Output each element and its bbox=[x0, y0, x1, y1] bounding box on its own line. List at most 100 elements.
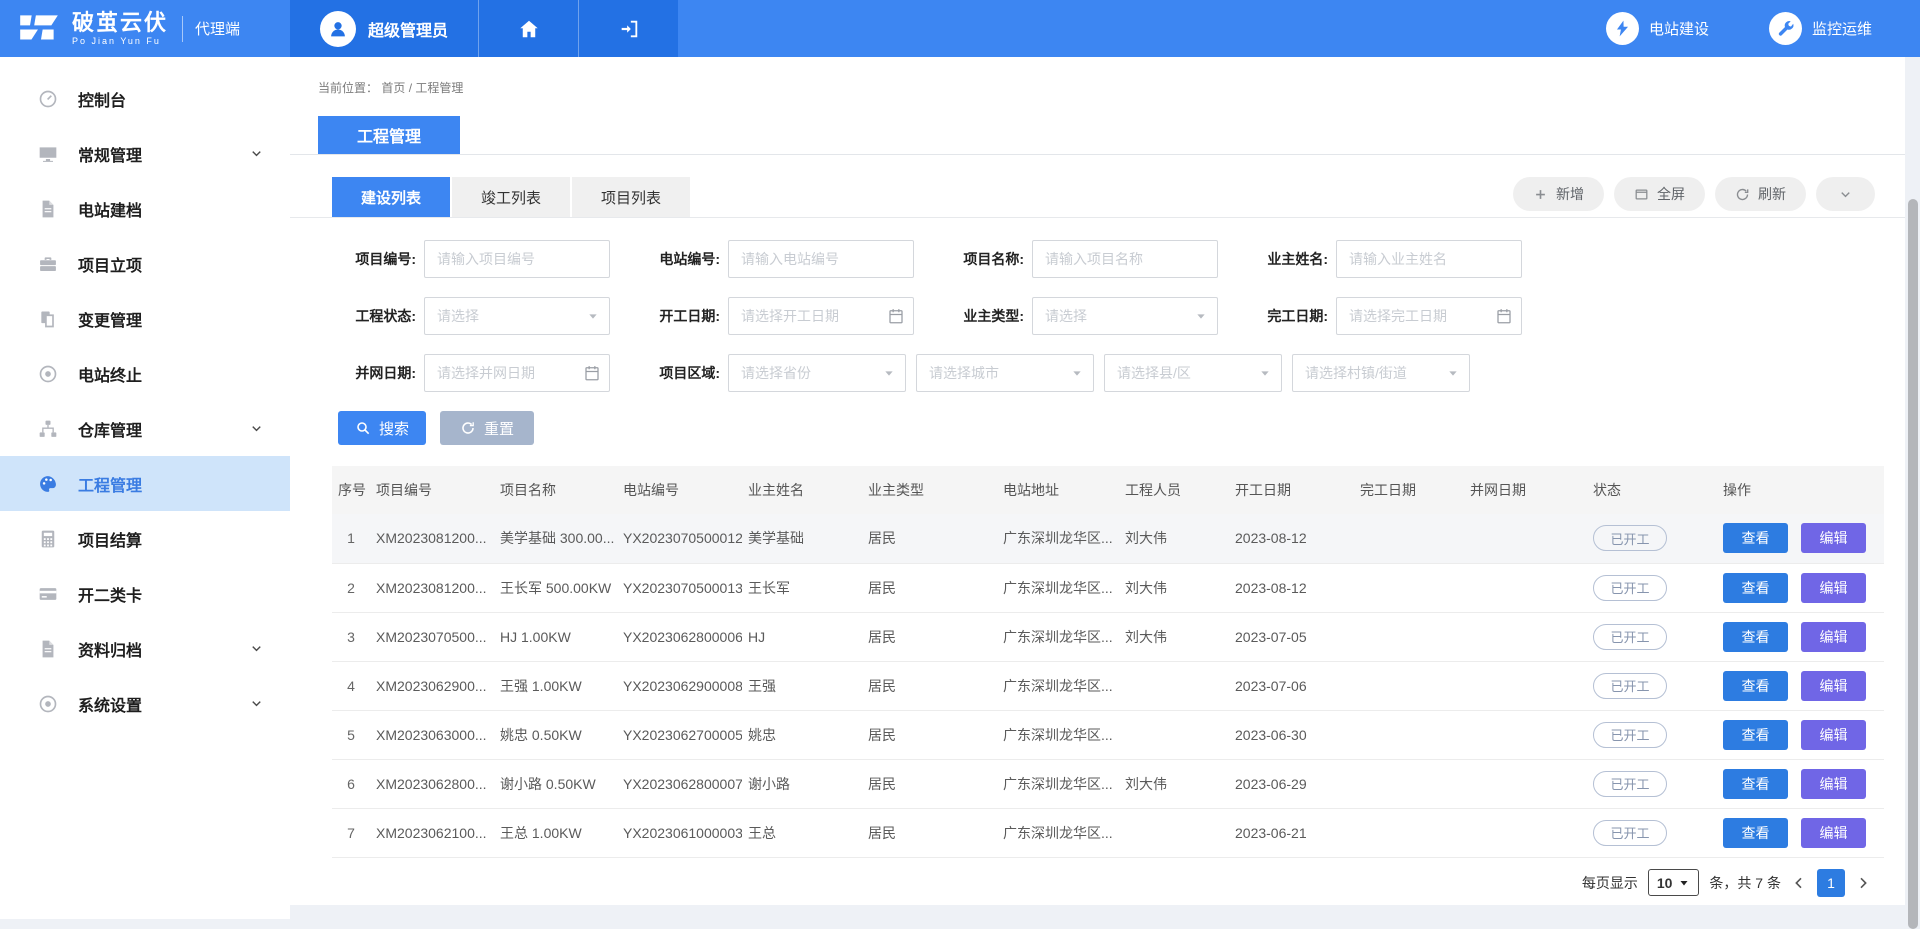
tab-项目列表[interactable]: 项目列表 bbox=[572, 177, 690, 217]
sidebar-item-常规管理[interactable]: 常规管理 bbox=[0, 126, 290, 181]
prev-page-button[interactable] bbox=[1791, 875, 1807, 891]
edit-button[interactable]: 编辑 bbox=[1801, 671, 1866, 701]
topbar-link-label: 监控运维 bbox=[1812, 18, 1872, 39]
edit-button[interactable]: 编辑 bbox=[1801, 720, 1866, 750]
select-请选择城市[interactable]: 请选择城市 bbox=[916, 354, 1094, 392]
cell-项目名称: 美学基础 300.00... bbox=[494, 514, 617, 563]
breadcrumb-item-1[interactable]: 首页 bbox=[381, 81, 405, 95]
view-button[interactable]: 查看 bbox=[1723, 720, 1788, 750]
reset-button[interactable]: 重置 bbox=[440, 411, 534, 445]
view-button[interactable]: 查看 bbox=[1723, 671, 1788, 701]
per-page-label: 每页显示 bbox=[1582, 873, 1638, 893]
text-input[interactable] bbox=[437, 251, 581, 267]
edit-button[interactable]: 编辑 bbox=[1801, 622, 1866, 652]
cell-项目编号: XM2023062900... bbox=[370, 661, 494, 710]
toolbar-新增-button[interactable]: 新增 bbox=[1513, 177, 1604, 211]
view-button[interactable]: 查看 bbox=[1723, 769, 1788, 799]
refresh-icon bbox=[1735, 187, 1750, 202]
cell-电站地址: 广东深圳龙华区... bbox=[997, 710, 1119, 759]
cell-电站地址: 广东深圳龙华区... bbox=[997, 808, 1119, 857]
cell-并网日期 bbox=[1464, 759, 1587, 808]
sidebar-item-系统设置[interactable]: 系统设置 bbox=[0, 676, 290, 731]
datepicker-请选择并网日期[interactable]: 请选择并网日期 bbox=[424, 354, 610, 392]
logout-button[interactable] bbox=[578, 0, 678, 57]
tab-竣工列表[interactable]: 竣工列表 bbox=[452, 177, 570, 217]
text-input[interactable] bbox=[1349, 251, 1493, 267]
toolbar-button-label: 刷新 bbox=[1758, 184, 1786, 204]
next-page-button[interactable] bbox=[1855, 875, 1871, 891]
input-请输入项目编号[interactable] bbox=[424, 240, 610, 278]
cell-状态: 已开工 bbox=[1587, 759, 1717, 808]
tabs-row: 建设列表竣工列表项目列表 新增全屏 刷新 bbox=[290, 155, 1905, 218]
select-请选择[interactable]: 请选择 bbox=[1032, 297, 1218, 335]
input-请输入项目名称[interactable] bbox=[1032, 240, 1218, 278]
sidebar-item-label: 系统设置 bbox=[78, 692, 142, 716]
cell-项目编号: XM2023062100... bbox=[370, 808, 494, 857]
tab-建设列表[interactable]: 建设列表 bbox=[332, 177, 450, 217]
chevron-down-icon bbox=[1678, 877, 1690, 889]
sidebar-item-label: 电站终止 bbox=[78, 362, 142, 386]
sidebar-item-工程管理[interactable]: 工程管理 bbox=[0, 456, 290, 511]
select-请选择省份[interactable]: 请选择省份 bbox=[728, 354, 906, 392]
filter-actions: 搜索 重置 bbox=[290, 411, 1905, 445]
cell-状态: 已开工 bbox=[1587, 808, 1717, 857]
cell-开工日期: 2023-06-30 bbox=[1229, 710, 1354, 759]
brand-logo-icon bbox=[16, 11, 62, 47]
select-请选择村镇/街道[interactable]: 请选择村镇/街道 bbox=[1292, 354, 1470, 392]
datepicker-请选择完工日期[interactable]: 请选择完工日期 bbox=[1336, 297, 1522, 335]
filter-label: 项目名称: bbox=[946, 249, 1024, 269]
gauge-icon bbox=[38, 89, 58, 109]
cell-并网日期 bbox=[1464, 563, 1587, 612]
sidebar-item-项目结算[interactable]: 项目结算 bbox=[0, 511, 290, 566]
edit-button[interactable]: 编辑 bbox=[1801, 769, 1866, 799]
status-badge: 已开工 bbox=[1593, 575, 1667, 601]
select-请选择[interactable]: 请选择 bbox=[424, 297, 610, 335]
sidebar-item-电站建档[interactable]: 电站建档 bbox=[0, 181, 290, 236]
view-button[interactable]: 查看 bbox=[1723, 622, 1788, 652]
input-请输入电站编号[interactable] bbox=[728, 240, 914, 278]
card-icon bbox=[38, 584, 58, 604]
text-input[interactable] bbox=[741, 251, 885, 267]
toolbar-more-button[interactable] bbox=[1816, 177, 1875, 211]
select-请选择县/区[interactable]: 请选择县/区 bbox=[1104, 354, 1282, 392]
per-page-select[interactable]: 10 bbox=[1648, 869, 1700, 896]
toolbar-刷新-button[interactable]: 刷新 bbox=[1715, 177, 1806, 211]
view-button[interactable]: 查看 bbox=[1723, 573, 1788, 603]
scrollbar-thumb[interactable] bbox=[1908, 199, 1918, 929]
page-number[interactable]: 1 bbox=[1817, 869, 1845, 897]
cell-完工日期 bbox=[1354, 612, 1464, 661]
view-button[interactable]: 查看 bbox=[1723, 523, 1788, 553]
topbar-link-1[interactable]: 电站建设 bbox=[1606, 12, 1709, 45]
edit-button[interactable]: 编辑 bbox=[1801, 818, 1866, 848]
sidebar-item-电站终止[interactable]: 电站终止 bbox=[0, 346, 290, 401]
user-menu[interactable]: 超级管理员 bbox=[290, 0, 478, 57]
cell-操作: 查看编辑 bbox=[1717, 710, 1884, 759]
sidebar-item-变更管理[interactable]: 变更管理 bbox=[0, 291, 290, 346]
search-label: 搜索 bbox=[379, 418, 409, 439]
text-input[interactable] bbox=[1045, 251, 1189, 267]
sidebar-item-仓库管理[interactable]: 仓库管理 bbox=[0, 401, 290, 456]
column-header-项目编号: 项目编号 bbox=[370, 466, 494, 514]
input-请输入业主姓名[interactable] bbox=[1336, 240, 1522, 278]
breadcrumb: 当前位置： 首页 / 工程管理 bbox=[290, 57, 1905, 96]
cell-业主类型: 居民 bbox=[862, 563, 997, 612]
home-button[interactable] bbox=[478, 0, 578, 57]
sidebar-item-开二类卡[interactable]: 开二类卡 bbox=[0, 566, 290, 621]
edit-button[interactable]: 编辑 bbox=[1801, 523, 1866, 553]
cell-电站地址: 广东深圳龙华区... bbox=[997, 759, 1119, 808]
cell-并网日期 bbox=[1464, 612, 1587, 661]
select-arrow-icon bbox=[1069, 365, 1085, 381]
sidebar-item-控制台[interactable]: 控制台 bbox=[0, 71, 290, 126]
fullscreen-icon bbox=[1634, 187, 1649, 202]
page-tab[interactable]: 工程管理 bbox=[318, 116, 460, 154]
sidebar-item-资料归档[interactable]: 资料归档 bbox=[0, 621, 290, 676]
cell-状态: 已开工 bbox=[1587, 661, 1717, 710]
search-button[interactable]: 搜索 bbox=[338, 411, 426, 445]
view-button[interactable]: 查看 bbox=[1723, 818, 1788, 848]
toolbar-全屏-button[interactable]: 全屏 bbox=[1614, 177, 1705, 211]
sidebar-item-项目立项[interactable]: 项目立项 bbox=[0, 236, 290, 291]
topbar-link-2[interactable]: 监控运维 bbox=[1769, 12, 1872, 45]
datepicker-请选择开工日期[interactable]: 请选择开工日期 bbox=[728, 297, 914, 335]
chevron-down-icon bbox=[249, 146, 264, 161]
edit-button[interactable]: 编辑 bbox=[1801, 573, 1866, 603]
